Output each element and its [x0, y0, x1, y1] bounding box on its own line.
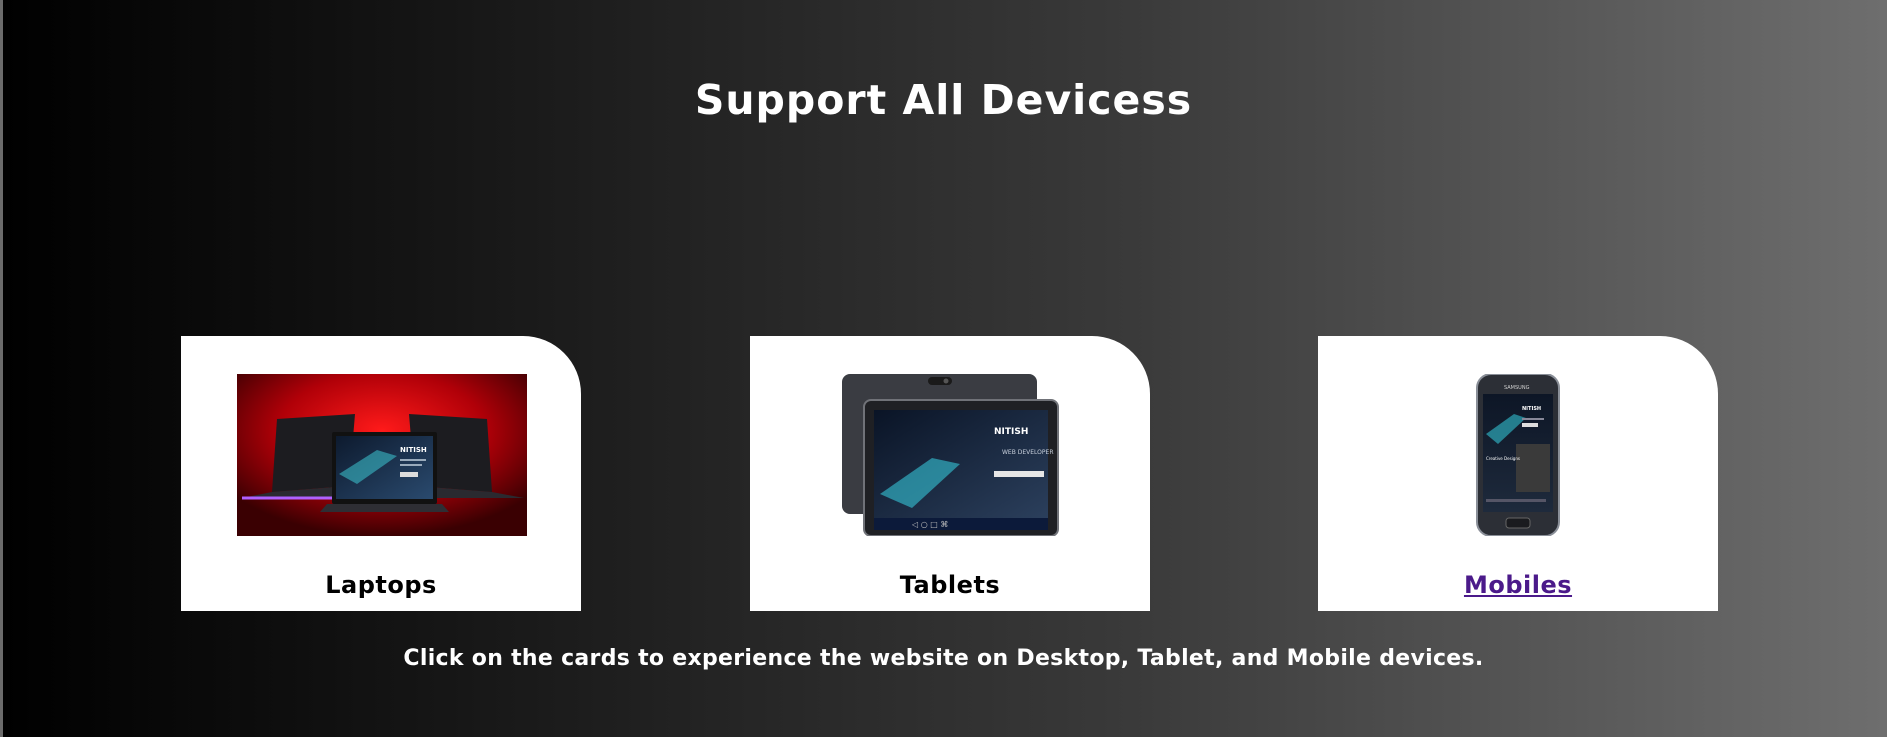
laptops-card[interactable]: NITISH Laptops: [181, 336, 581, 611]
mobiles-label: Mobiles: [1463, 571, 1573, 599]
mobile-screen-brand: NITISH: [1522, 406, 1541, 412]
tablet-screen-headline: WEB DEVELOPER: [1002, 449, 1053, 456]
devices-caption: Click on the cards to experience the web…: [403, 646, 1484, 671]
tablets-card[interactable]: NITISH WEB DEVELOPER ◁ ○ □ ⌘ Tablets: [750, 336, 1150, 611]
mobile-image: SAMSUNG NITISH Creative Designs: [1476, 374, 1560, 536]
tablets-label: Tablets: [899, 571, 1001, 599]
mobile-screen-tagline: Creative Designs: [1486, 456, 1520, 461]
svg-text:◁ ○ □ ⌘: ◁ ○ □ ⌘: [911, 520, 948, 529]
tablets-image: NITISH WEB DEVELOPER ◁ ○ □ ⌘: [842, 374, 1059, 536]
laptops-image: NITISH: [237, 374, 527, 536]
page-title: Support All Devicess: [694, 76, 1193, 124]
laptops-label: Laptops: [325, 571, 437, 599]
phone-brand-text: SAMSUNG: [1504, 385, 1530, 391]
mobiles-card[interactable]: SAMSUNG NITISH Creative Designs Mobiles: [1318, 336, 1718, 611]
tablet-screen-brand: NITISH: [994, 427, 1028, 437]
laptop-screen-brand: NITISH: [400, 446, 427, 454]
